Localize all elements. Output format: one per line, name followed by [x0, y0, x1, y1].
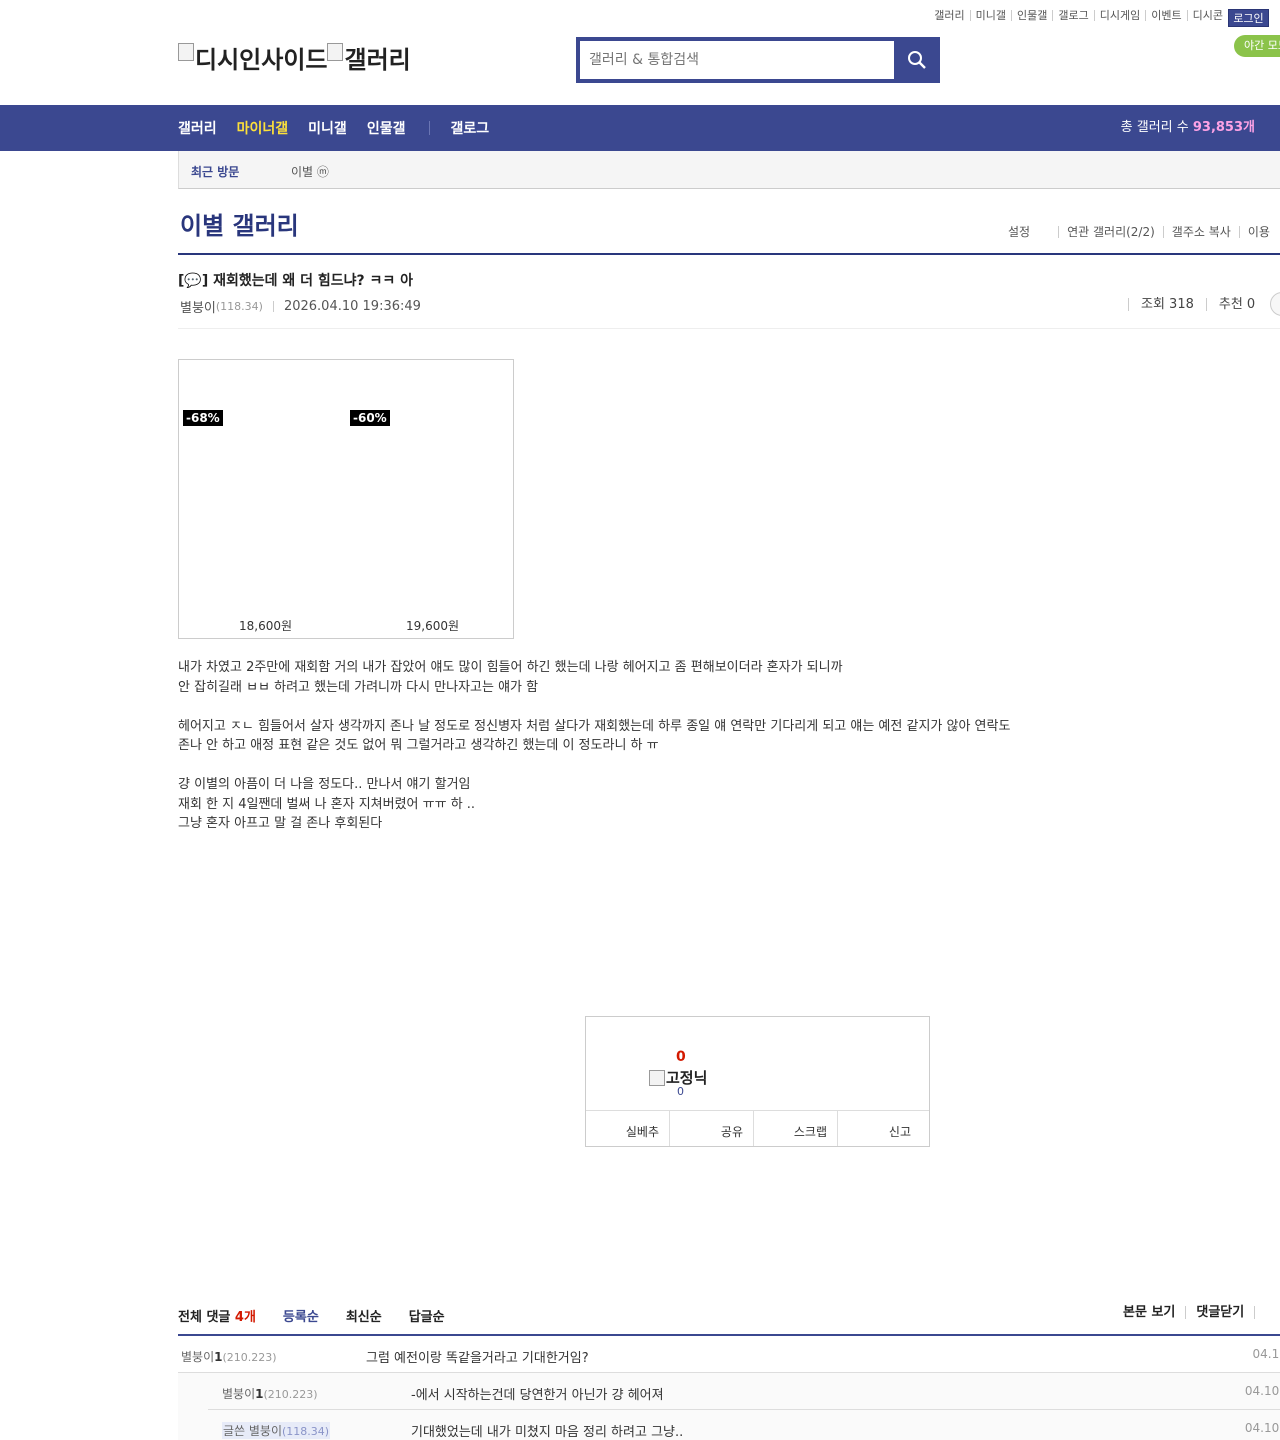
search-box [576, 37, 940, 83]
body-line: 존나 안 하고 애정 표현 같은 것도 없어 뭐 그럴거라고 생각하긴 했는데 … [178, 738, 659, 753]
toplink-minigall[interactable]: 미니갤 [971, 10, 1013, 21]
toplink-dcgame[interactable]: 디시게임 [1095, 10, 1147, 21]
nav-divider [429, 121, 431, 135]
ad-banner[interactable]: -68% -60% 18,600원 19,600원 [178, 359, 514, 639]
comment-total: 전체 댓글 4개 [178, 1310, 256, 1325]
recent-visit-item[interactable]: 이별 ⓜ [291, 163, 329, 180]
comment-reply-row: 글쓴 별붕이(118.34) 기대했었는데 내가 미쳤지 마음 정리 하려고 그… [208, 1410, 1280, 1440]
best-recommend-button[interactable]: 실베추 [586, 1111, 670, 1146]
gallery-options: 설정 연관 갤러리(2/2) 갤주소 복사 이용 [1008, 226, 1278, 238]
comment-date: 04.10 19:4 [1244, 1421, 1280, 1435]
post-author[interactable]: 별붕이 [180, 297, 216, 316]
ad-price: 19,600원 [406, 619, 460, 633]
site-logo[interactable]: 디시인사이드 갤러리 [178, 40, 411, 75]
body-line: 재회 한 지 4일짼데 벌써 나 혼자 지쳐버렸어 ㅠㅠ 하 .. [178, 796, 476, 812]
toplink-gallery[interactable]: 갤러리 [929, 10, 971, 21]
top-links: 갤러리 미니갤 인물갤 갤로그 디시게임 이벤트 디시콘 [929, 10, 1228, 21]
comments-controls: 본문 보기 댓글닫기 [1123, 1306, 1275, 1319]
total-gallery-count: 총 갤러리 수 93,853개 [1120, 120, 1255, 135]
comment-text: 그럼 예전이랑 똑같을거라고 기대한거임? [366, 1351, 589, 1366]
copy-gallery-address[interactable]: 갤주소 복사 [1162, 226, 1239, 238]
toplink-dccon[interactable]: 디시콘 [1188, 10, 1228, 21]
nav-gallery[interactable]: 갤러리 [178, 118, 217, 138]
comments-header: 전체 댓글 4개 등록순 최신순 답글순 [178, 1306, 472, 1325]
discount-badge: -68% [183, 410, 223, 426]
search-button[interactable] [898, 41, 936, 79]
sort-latest[interactable]: 최신순 [346, 1306, 382, 1325]
divider [1254, 1306, 1275, 1319]
post-body: 내가 차였고 2주만에 재회함 거의 내가 잡았어 얘도 많이 힘들어 하긴 했… [178, 658, 1010, 834]
post-stats: 조회 318 추천 0 [1128, 292, 1280, 316]
comment-nick[interactable]: 별붕이1(210.223) [222, 1385, 318, 1402]
related-galleries[interactable]: 연관 갤러리(2/2) [1058, 226, 1163, 238]
post-date: 2026.04.10 19:36:49 [283, 299, 421, 314]
post-recommend: 추천 0 [1205, 298, 1267, 311]
nav-menu: 갤러리 마이너갤 미니갤 인물갤 갤로그 [178, 105, 509, 151]
gallery-settings[interactable]: 설정 [1008, 226, 1058, 238]
broken-image-icon [178, 42, 194, 61]
close-comments-button[interactable]: 댓글닫기 [1185, 1306, 1254, 1319]
toplink-persongall[interactable]: 인물갤 [1012, 10, 1054, 21]
toplink-gallog[interactable]: 갤로그 [1053, 10, 1095, 21]
body-line-blank [178, 756, 1010, 776]
nav-minigall[interactable]: 미니갤 [308, 118, 347, 138]
login-button[interactable]: 로그인 [1228, 9, 1269, 27]
broken-image-icon [649, 1069, 665, 1086]
sort-registered[interactable]: 등록순 [283, 1306, 319, 1325]
reply-indent [178, 1373, 208, 1440]
post-author-ip: (118.34) [215, 300, 263, 313]
post-views: 조회 318 [1128, 298, 1206, 311]
comment-nick-writer[interactable]: 글쓴 별붕이(118.34) [222, 1422, 331, 1439]
more-options-button[interactable] [1270, 292, 1280, 316]
comment-text: -에서 시작하는건데 당연한거 아닌가 걍 헤어져 [411, 1388, 664, 1403]
nav-gallog[interactable]: 갤로그 [450, 118, 489, 138]
search-input[interactable] [580, 41, 894, 79]
recent-visit-bar: 최근 방문 이별 ⓜ [178, 151, 1280, 189]
recent-visit-label[interactable]: 최근 방문 [191, 163, 239, 180]
report-button[interactable]: 신고 [838, 1111, 929, 1146]
night-mode-button[interactable]: 야간 모드 [1234, 35, 1280, 57]
body-line-blank [178, 697, 1010, 717]
comment-nick[interactable]: 별붕이1(210.223) [181, 1348, 277, 1365]
scrap-button[interactable]: 스크랩 [754, 1111, 838, 1146]
comment-date: 04.10 19:4 [1244, 1384, 1280, 1398]
share-button[interactable]: 공유 [670, 1111, 754, 1146]
discount-badge: -60% [350, 410, 390, 426]
sort-replies[interactable]: 답글순 [409, 1306, 445, 1325]
comment-date: 04.10 19: [1252, 1347, 1280, 1361]
search-icon [908, 51, 926, 69]
nav-minorgall[interactable]: 마이너갤 [237, 118, 289, 138]
recommend-actions: 실베추 공유 스크랩 신고 [586, 1110, 929, 1146]
nav-persongall[interactable]: 인물갤 [367, 118, 406, 138]
body-line: 걍 이별의 아픔이 더 나을 정도다.. 만나서 얘기 할거임 [178, 777, 471, 792]
comment-row: 별붕이1(210.223) 그럼 예전이랑 똑같을거라고 기대한거임? 04.1… [178, 1336, 1280, 1373]
comment-reply-row: 별붕이1(210.223) -에서 시작하는건데 당연한거 아닌가 걍 헤어져 … [208, 1373, 1280, 1410]
logo-dcinside: 디시인사이드 [178, 40, 327, 75]
fixed-nick-count: 0 [677, 1085, 684, 1098]
toplink-event[interactable]: 이벤트 [1146, 10, 1188, 21]
divider [178, 328, 1280, 329]
logo-gallery: 갤러리 [327, 40, 411, 75]
body-line: 헤어지고 ㅈㄴ 힘들어서 살자 생각까지 존나 날 정도로 정신병자 처럼 살다… [178, 718, 1011, 734]
gallery-usage[interactable]: 이용 [1238, 226, 1278, 238]
divider [272, 301, 274, 312]
ad-price: 18,600원 [239, 619, 293, 633]
comment-text: 기대했었는데 내가 미쳤지 마음 정리 하려고 그냥.. [411, 1425, 684, 1440]
body-line: 그냥 혼자 아프고 말 걸 존나 후회된다 [178, 816, 383, 831]
gallery-title[interactable]: 이별 갤러리 [180, 206, 299, 241]
body-line: 내가 차였고 2주만에 재회함 거의 내가 잡았어 얘도 많이 힘들어 하긴 했… [178, 660, 843, 675]
post-meta: 별붕이 (118.34) 2026.04.10 19:36:49 [180, 297, 421, 316]
main-nav: 갤러리 마이너갤 미니갤 인물갤 갤로그 총 갤러리 수 93,853개 [0, 105, 1280, 151]
divider [178, 253, 1280, 255]
view-post-button[interactable]: 본문 보기 [1123, 1306, 1185, 1319]
body-line: 안 잡히길래 ㅂㅂ 하려고 했는데 가려니까 다시 만나자고는 얘가 함 [178, 679, 539, 695]
recommend-box: 0 고정닉 0 실베추 공유 스크랩 신고 [585, 1016, 930, 1147]
post-title: [💬] 재회했는데 왜 더 힘드냐? ㅋㅋ 아 [178, 273, 414, 289]
recommend-count: 0 [676, 1049, 686, 1065]
broken-image-icon [327, 42, 344, 61]
